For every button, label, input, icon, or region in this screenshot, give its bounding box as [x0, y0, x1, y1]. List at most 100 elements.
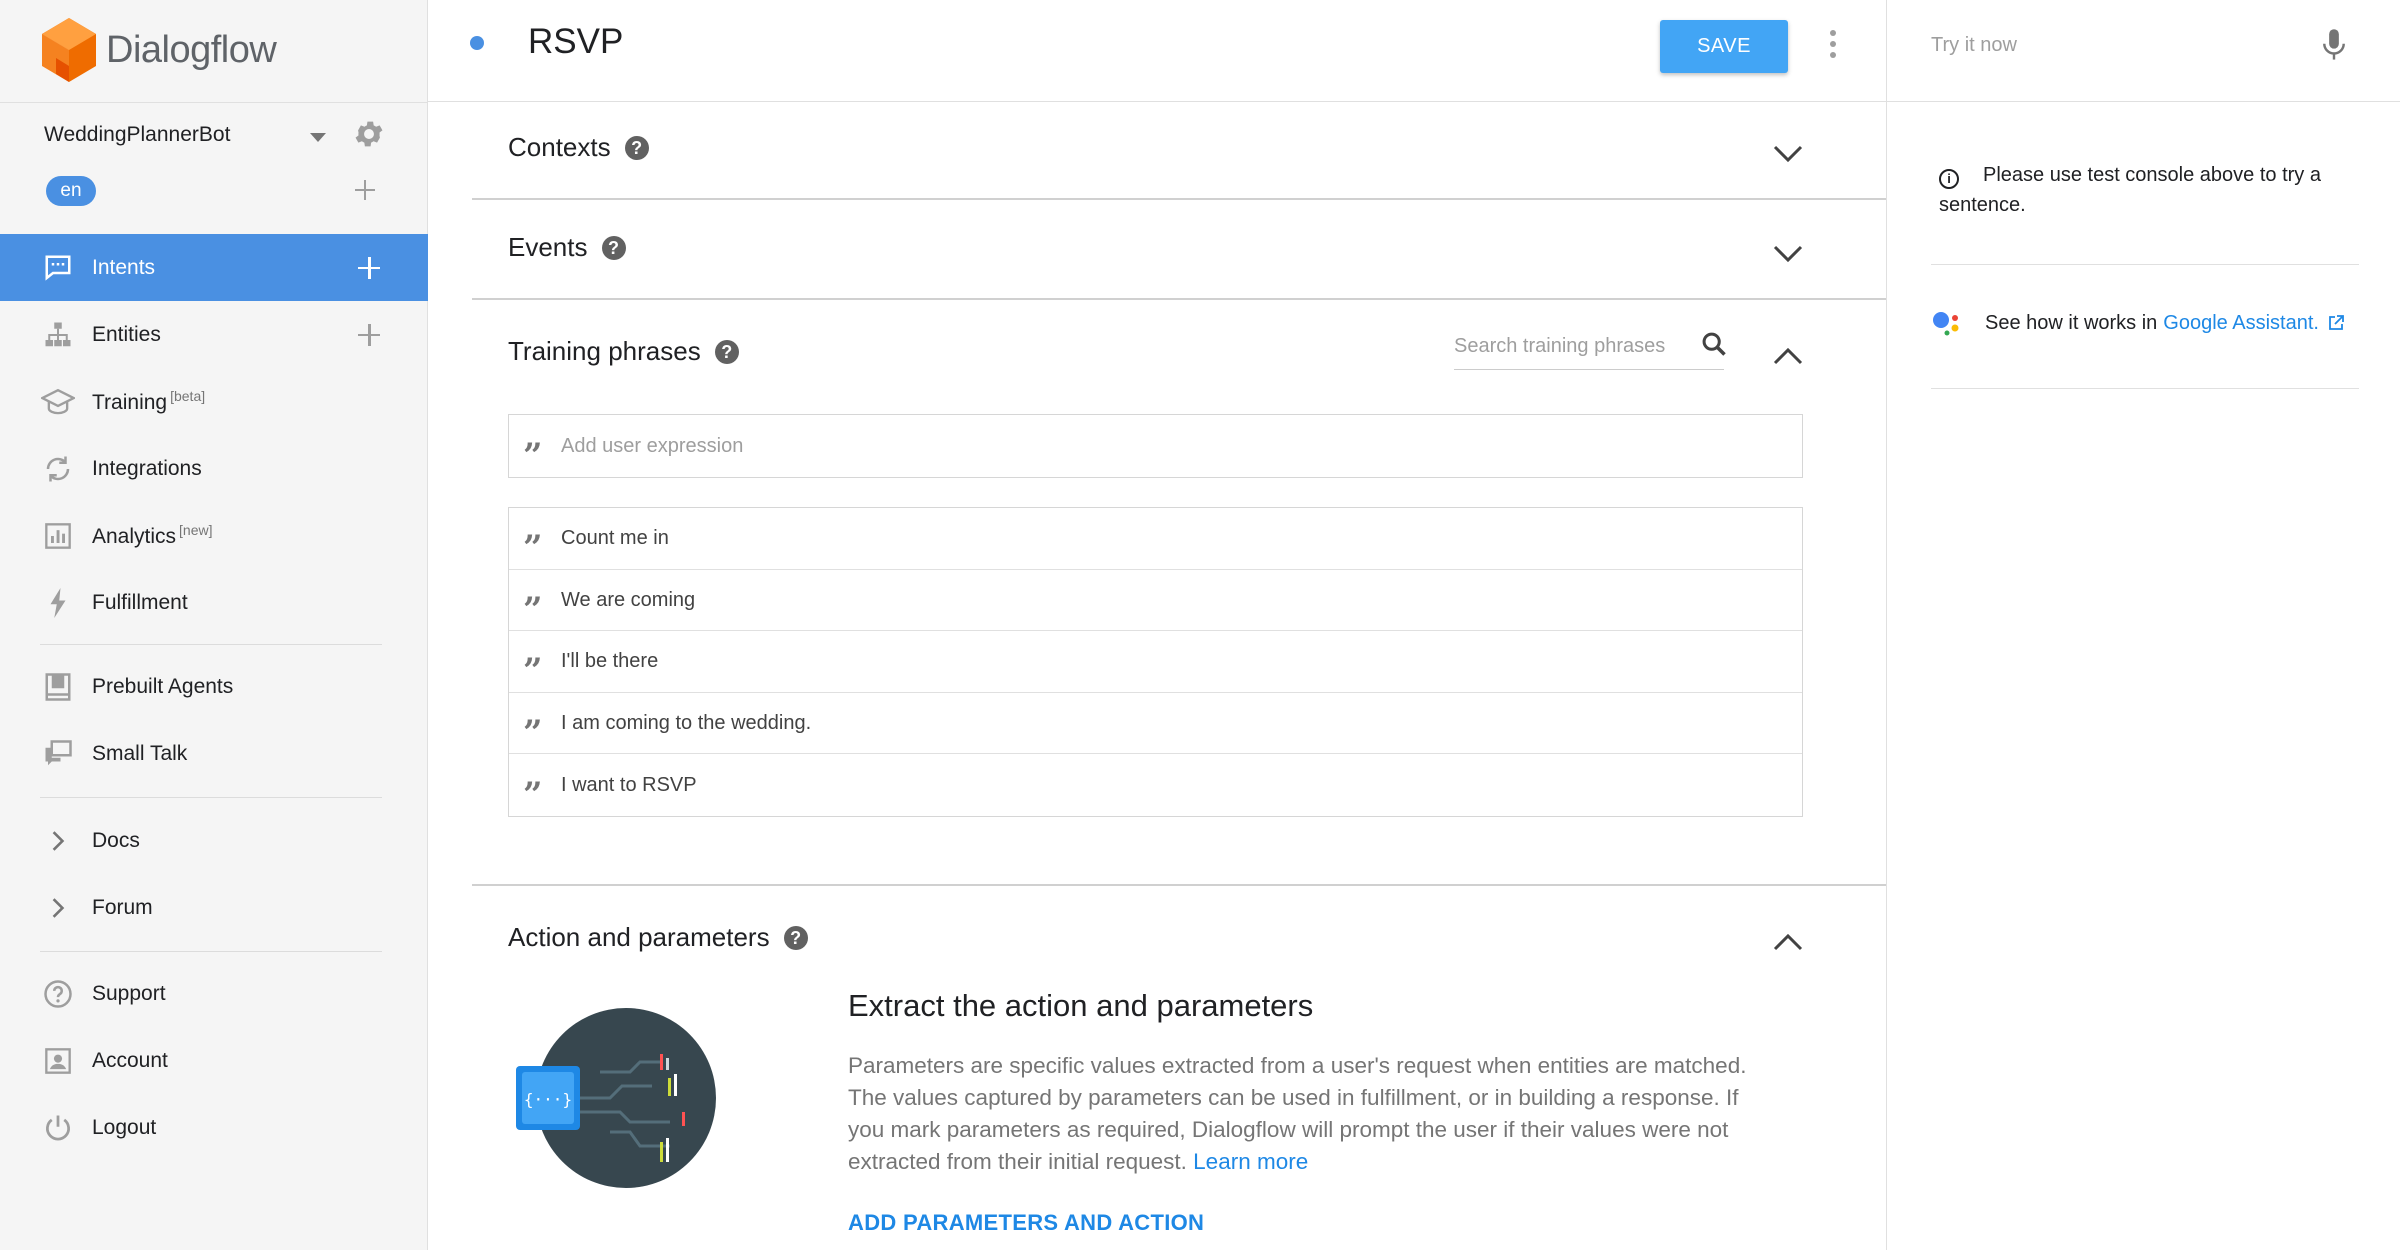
- training-phrase-list: ” Count me in ” We are coming ” I'll be …: [508, 507, 1803, 817]
- training-phrase-text[interactable]: I want to RSVP: [561, 773, 697, 797]
- help-icon[interactable]: ?: [783, 925, 808, 950]
- google-assistant-link[interactable]: Google Assistant.: [2163, 312, 2319, 335]
- chevron-up-icon[interactable]: [1772, 932, 1804, 952]
- sidebar-item-label: Forum: [92, 895, 153, 919]
- google-assistant-icon: [1933, 312, 1959, 336]
- sidebar-item-integrations[interactable]: Integrations: [0, 435, 428, 502]
- beta-tag: [beta]: [170, 388, 206, 404]
- training-phrase-text[interactable]: I'll be there: [561, 649, 658, 673]
- training-phrase-row[interactable]: ” I'll be there: [509, 631, 1802, 693]
- training-phrases-section-header[interactable]: Training phrases ?: [508, 336, 739, 367]
- sidebar-item-label: Support: [92, 981, 166, 1005]
- new-tag: [new]: [179, 522, 213, 538]
- add-user-expression-input[interactable]: [561, 429, 1761, 463]
- training-phrase-row[interactable]: ” Count me in: [509, 508, 1802, 570]
- contexts-section-header[interactable]: Contexts ?: [508, 132, 649, 163]
- sidebar-item-label: Logout: [92, 1115, 157, 1139]
- power-icon: [40, 1110, 76, 1146]
- training-phrase-row[interactable]: ” I want to RSVP: [509, 754, 1802, 816]
- bar-chart-icon: [40, 518, 76, 554]
- action-parameters-section-header[interactable]: Action and parameters ?: [508, 922, 808, 953]
- sidebar-item-support[interactable]: Support: [0, 960, 428, 1027]
- training-phrase-text[interactable]: I am coming to the wedding.: [561, 711, 811, 735]
- intent-name[interactable]: RSVP: [528, 22, 623, 62]
- save-button[interactable]: SAVE: [1660, 20, 1788, 73]
- section-title: Contexts: [508, 132, 611, 162]
- sidebar-item-label: Training: [92, 391, 168, 414]
- training-phrase-row[interactable]: ” We are coming: [509, 570, 1802, 631]
- events-section-header[interactable]: Events ?: [508, 232, 626, 263]
- learn-more-link[interactable]: Learn more: [1193, 1149, 1308, 1174]
- intent-status-dot: [470, 36, 484, 50]
- dialogflow-logo[interactable]: Dialogflow: [42, 18, 277, 82]
- info-text: Please use test console above to try a s…: [1939, 164, 2321, 216]
- quote-icon: ”: [523, 436, 543, 456]
- lightning-icon: [40, 585, 76, 621]
- sidebar-item-small-talk[interactable]: Small Talk: [0, 720, 428, 787]
- svg-text:{···}: {···}: [524, 1090, 572, 1109]
- test-console-panel: iPlease use test console above to try a …: [1886, 0, 2400, 1250]
- chevron-up-icon[interactable]: [1772, 346, 1804, 366]
- quote-icon: ”: [523, 712, 543, 733]
- sidebar-item-fulfillment[interactable]: Fulfillment: [0, 569, 428, 636]
- sidebar-item-label: Small Talk: [92, 741, 188, 765]
- sidebar-item-label: Analytics: [92, 525, 177, 548]
- account-icon: [40, 1043, 76, 1079]
- search-icon[interactable]: [1700, 330, 1728, 358]
- sidebar-item-label: Entities: [92, 322, 161, 346]
- add-intent-icon[interactable]: [356, 255, 382, 281]
- training-phrase-text[interactable]: We are coming: [561, 588, 695, 612]
- hierarchy-icon: [40, 317, 76, 353]
- add-language-icon[interactable]: [352, 177, 378, 203]
- sidebar-item-forum[interactable]: Forum: [0, 874, 428, 941]
- sidebar-item-training[interactable]: Training [beta]: [0, 368, 428, 435]
- add-entity-icon[interactable]: [356, 322, 382, 348]
- try-it-now-bar: [1887, 0, 2400, 102]
- sidebar-item-label: Intents: [92, 255, 156, 279]
- google-assistant-line: See how it works in Google Assistant.: [1931, 308, 2345, 338]
- sidebar-item-label: Fulfillment: [92, 590, 188, 614]
- try-it-now-input[interactable]: [1931, 28, 2291, 62]
- intent-editor: Contexts ? Events ? Training phrases ? ”…: [428, 102, 1886, 1250]
- panel-divider: [1931, 388, 2359, 389]
- extract-description: Parameters are specific values extracted…: [848, 1050, 1778, 1178]
- help-icon[interactable]: ?: [714, 339, 739, 364]
- help-icon[interactable]: ?: [624, 135, 649, 160]
- intent-header: RSVP SAVE: [428, 0, 1886, 102]
- chevron-right-icon: [40, 823, 76, 859]
- chevron-down-icon[interactable]: [1772, 244, 1804, 264]
- sidebar-item-entities[interactable]: Entities: [0, 301, 428, 368]
- sidebar-item-analytics[interactable]: Analytics [new]: [0, 502, 428, 569]
- help-icon[interactable]: ?: [601, 235, 626, 260]
- sidebar-item-prebuilt-agents[interactable]: Prebuilt Agents: [0, 653, 428, 720]
- section-divider: [472, 884, 1886, 886]
- sidebar-divider: [40, 797, 382, 798]
- sidebar-item-account[interactable]: Account: [0, 1027, 428, 1094]
- agent-dropdown-icon[interactable]: [310, 133, 326, 142]
- sidebar-item-logout[interactable]: Logout: [0, 1094, 428, 1161]
- language-badge[interactable]: en: [46, 176, 96, 206]
- help-circle-icon: [40, 976, 76, 1012]
- microphone-icon[interactable]: [2321, 28, 2347, 62]
- ga-prefix-text: See how it works in: [1985, 311, 2158, 334]
- panel-divider: [1931, 264, 2359, 265]
- sidebar: Dialogflow WeddingPlannerBot en Intents …: [0, 0, 428, 1250]
- agent-name[interactable]: WeddingPlannerBot: [44, 123, 230, 147]
- chevron-down-icon[interactable]: [1772, 144, 1804, 164]
- extract-title: Extract the action and parameters: [848, 988, 1314, 1023]
- sidebar-item-intents[interactable]: Intents: [0, 234, 428, 301]
- sidebar-item-docs[interactable]: Docs: [0, 807, 428, 874]
- training-phrase-row[interactable]: ” I am coming to the wedding.: [509, 693, 1802, 754]
- test-console-info: i Please use test console above to try a …: [1939, 160, 2349, 220]
- action-parameters-illustration: {···}: [516, 1008, 716, 1188]
- external-link-icon[interactable]: [2327, 314, 2345, 332]
- search-training-phrases-input[interactable]: [1454, 326, 1674, 366]
- gear-icon[interactable]: [352, 117, 386, 151]
- dialogflow-logo-icon: [42, 18, 96, 82]
- add-parameters-action-button[interactable]: ADD PARAMETERS AND ACTION: [848, 1210, 1204, 1236]
- more-options-icon[interactable]: [1823, 28, 1843, 60]
- training-phrase-text[interactable]: Count me in: [561, 526, 669, 550]
- section-title: Action and parameters: [508, 922, 770, 952]
- book-icon: [40, 669, 76, 705]
- info-icon: i: [1939, 169, 1959, 189]
